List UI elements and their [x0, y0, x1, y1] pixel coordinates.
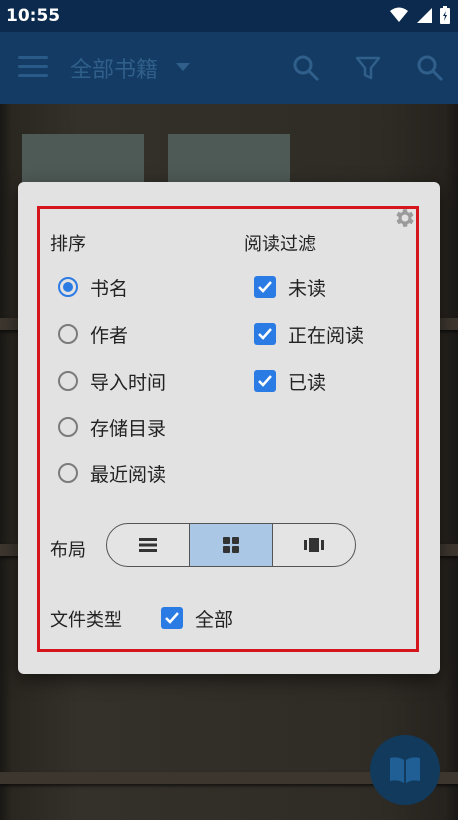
check-icon	[258, 375, 272, 387]
filter-option-label: 未读	[288, 277, 327, 300]
wifi-icon	[390, 7, 408, 22]
sort-title: 排序	[50, 234, 86, 255]
sort-option-recent[interactable]: 最近阅读	[58, 458, 166, 488]
app-bar: 全部书籍	[0, 32, 458, 104]
checkbox-checked[interactable]	[161, 607, 183, 629]
filter-icon[interactable]	[354, 54, 382, 82]
battery-icon	[440, 6, 450, 24]
file-type-option-label: 全部	[195, 608, 234, 631]
filter-option-reading[interactable]: 正在阅读	[254, 319, 364, 349]
filter-option-read[interactable]: 已读	[254, 366, 326, 396]
gear-icon[interactable]	[392, 206, 416, 230]
sort-option-author[interactable]: 作者	[58, 319, 128, 349]
checkbox-checked[interactable]	[254, 370, 276, 392]
filter-option-label: 正在阅读	[288, 324, 365, 347]
open-book-button[interactable]	[370, 735, 440, 805]
filter-option-unread[interactable]: 未读	[254, 272, 326, 302]
checkbox-checked[interactable]	[254, 323, 276, 345]
signal-icon	[417, 8, 432, 23]
layout-list-button[interactable]	[107, 524, 190, 566]
check-icon	[258, 328, 272, 340]
filter-title: 阅读过滤	[244, 234, 316, 255]
sort-option-label: 导入时间	[90, 371, 167, 394]
sort-option-title[interactable]: 书名	[58, 272, 128, 302]
sort-option-storage-dir[interactable]: 存储目录	[58, 412, 166, 442]
radio-selected[interactable]	[58, 277, 78, 297]
status-time: 10:55	[6, 6, 61, 26]
status-icons	[390, 6, 450, 24]
check-icon	[258, 281, 272, 293]
sort-option-label: 作者	[90, 324, 129, 347]
layout-segmented-control	[106, 523, 356, 567]
bookshelf-settings-dialog: 排序 书名 作者 导入时间 存储目录 最近阅读 阅读过滤 未读 正在阅读 已读 …	[18, 182, 440, 674]
radio-unselected[interactable]	[58, 371, 78, 391]
status-bar: 10:55	[0, 0, 458, 32]
layout-grid-button[interactable]	[190, 524, 273, 566]
chevron-down-icon[interactable]	[176, 63, 190, 71]
check-icon	[165, 612, 179, 624]
sort-option-import-time[interactable]: 导入时间	[58, 366, 166, 396]
radio-unselected[interactable]	[58, 417, 78, 437]
menu-icon[interactable]	[18, 56, 48, 78]
sort-option-label: 书名	[90, 277, 129, 300]
search-icon[interactable]	[416, 54, 444, 82]
radio-unselected[interactable]	[58, 324, 78, 344]
sort-option-label: 存储目录	[90, 417, 167, 440]
radio-unselected[interactable]	[58, 463, 78, 483]
list-icon	[139, 538, 157, 552]
app-title[interactable]: 全部书籍	[70, 52, 158, 84]
sort-option-label: 最近阅读	[90, 463, 167, 486]
filter-option-label: 已读	[288, 371, 327, 394]
layout-cover-button[interactable]	[273, 524, 355, 566]
checkbox-checked[interactable]	[254, 276, 276, 298]
book-icon	[390, 757, 420, 783]
grid-icon	[223, 537, 239, 553]
file-type-label: 文件类型	[50, 610, 122, 631]
layout-label: 布局	[50, 540, 86, 561]
file-type-option-all[interactable]: 全部	[161, 603, 233, 633]
search-icon[interactable]	[292, 54, 320, 82]
cover-icon	[304, 538, 324, 552]
